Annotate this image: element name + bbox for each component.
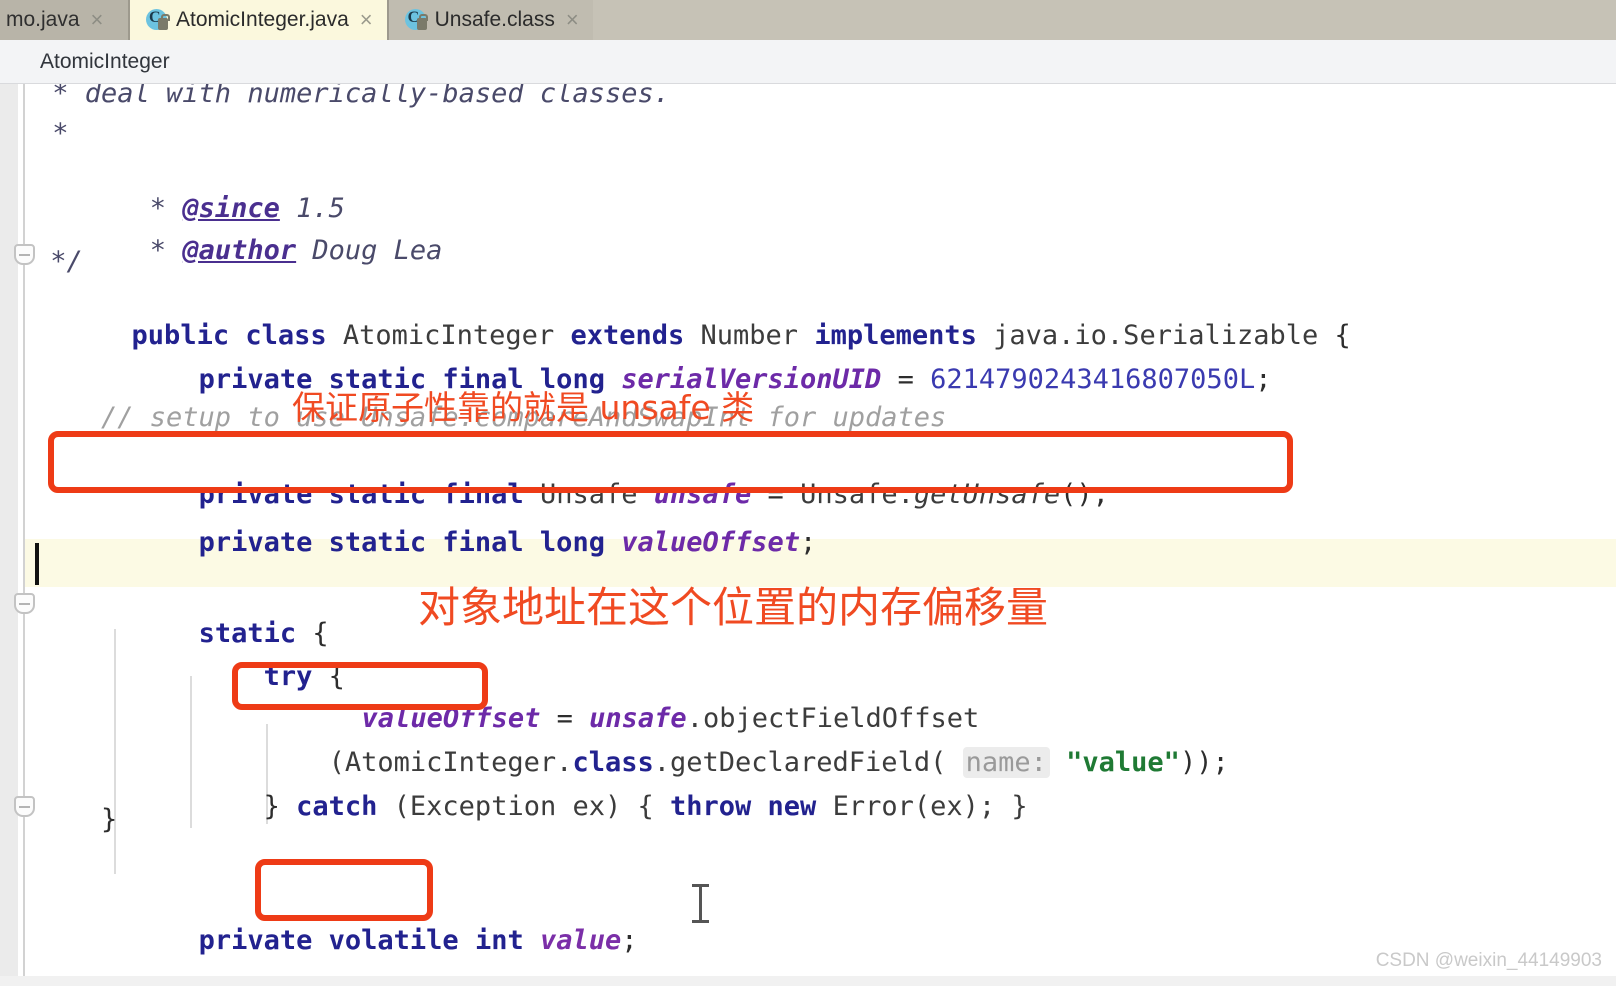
highlight-box-volatile [255, 859, 433, 921]
editor-tab-bar: mo.java × C AtomicInteger.java × C Unsaf… [0, 0, 1616, 40]
keyword-private: private [133, 925, 329, 956]
string-literal-value: "value" [1066, 747, 1180, 778]
highlight-box-valueoffset [232, 662, 488, 710]
modifiers-private-static-final-long: private static final long [133, 527, 622, 558]
long-suffix: L [1238, 364, 1256, 395]
code-line: * deal with numerically-based classes. [36, 84, 670, 109]
tab-demo-java[interactable]: mo.java × [0, 0, 128, 40]
tab-atomicinteger-java[interactable]: C AtomicInteger.java × [130, 0, 387, 40]
code-line-catch: } catch (Exception ex) { throw new Error… [36, 760, 1028, 853]
javadoc-author-value: Doug Lea [296, 235, 443, 266]
semicolon: ; [800, 527, 817, 558]
highlight-box-unsafe-line [48, 431, 1293, 493]
tab-close-icon-1[interactable]: × [360, 9, 373, 31]
code-editor[interactable]: * deal with numerically-based classes. *… [0, 84, 1616, 986]
literal-serialversionuid: 6214790243416807050 [930, 364, 1239, 395]
semicolon: ; [621, 925, 638, 956]
call-terminator: )); [1179, 747, 1229, 778]
code-line: */ [34, 246, 83, 277]
keyword-volatile: volatile [328, 925, 475, 956]
javadoc-star: * [133, 235, 183, 266]
annotation-note-2: 对象地址在这个位置的内存偏移量 [418, 583, 1049, 632]
tab-label-1: AtomicInteger.java [176, 8, 349, 31]
watermark-text: CSDN @weixin_44149903 [1375, 950, 1602, 971]
tab-close-icon-0[interactable]: × [91, 9, 104, 31]
keyword-throw-new: throw new [670, 791, 833, 822]
code-content[interactable]: * deal with numerically-based classes. *… [0, 84, 1616, 986]
mouse-ibeam-cursor [690, 884, 712, 924]
breadcrumb-class[interactable]: AtomicInteger [40, 50, 170, 74]
field-value: value [539, 925, 622, 956]
tab-label-2: Unsafe.class [434, 8, 555, 31]
editor-bottom-strip [0, 976, 1616, 986]
error-construct: Error(ex); } [832, 791, 1028, 822]
keyword-catch: catch [296, 791, 394, 822]
catch-params: (Exception ex) { [393, 791, 670, 822]
java-file-icon: C [146, 7, 170, 33]
code-line-close-static: } [36, 804, 118, 835]
open-brace: { [1318, 320, 1351, 351]
tab-close-icon-2[interactable]: × [566, 9, 579, 31]
assign-operator: = [881, 364, 931, 395]
code-line: * [36, 118, 69, 149]
tab-label-0: mo.java [6, 8, 80, 31]
tab-unsafe-class[interactable]: C Unsafe.class × [388, 0, 593, 40]
close-brace: } [133, 791, 297, 822]
javadoc-tag-author: @author [182, 235, 297, 266]
keyword-int: int [474, 925, 540, 956]
field-valueoffset: valueOffset [621, 527, 801, 558]
class-file-icon: C [404, 7, 429, 33]
code-line: * @author Doug Lea [36, 204, 443, 297]
semicolon: ; [1255, 364, 1272, 395]
annotation-note-1: 保证原子性靠的就是 unsafe 类 [292, 388, 755, 427]
breadcrumb-bar: AtomicInteger [0, 40, 1616, 84]
